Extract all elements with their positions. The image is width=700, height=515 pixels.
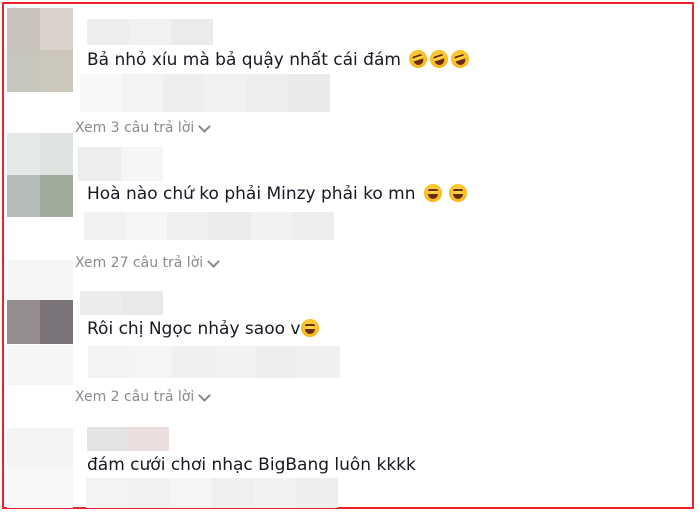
meta-blurred: [86, 478, 338, 508]
view-replies-label: Xem 3 câu trả lời: [75, 120, 195, 136]
chevron-down-icon: [207, 254, 221, 268]
chevron-down-icon: [198, 119, 212, 133]
rofl-emoji: [449, 47, 472, 71]
username-blurred[interactable]: [87, 427, 169, 451]
rofl-emoji: [428, 47, 451, 71]
view-replies-label: Xem 2 câu trả lời: [75, 389, 195, 405]
joy-emoji: [301, 319, 320, 337]
comment-text-content: Hoà nào chứ ko phải Minzy phải ko mn: [87, 184, 416, 204]
rofl-emoji: [407, 47, 430, 71]
comment-text: Rôi chị Ngọc nhảy saoo v: [87, 318, 320, 340]
meta-blurred: [88, 346, 340, 378]
blur-block: [7, 260, 73, 300]
comment-text-content: Bả nhỏ xíu mà bả quậy nhất cái đám: [87, 50, 401, 70]
comment-text: Hoà nào chứ ko phải Minzy phải ko mn: [87, 183, 467, 205]
view-replies-button[interactable]: Xem 2 câu trả lời: [75, 388, 212, 405]
avatar[interactable]: [7, 8, 73, 92]
meta-blurred: [84, 212, 335, 240]
comment-text-content: đám cưới chơi nhạc BigBang luôn kkkk: [87, 455, 416, 475]
view-replies-button[interactable]: Xem 3 câu trả lời: [75, 119, 212, 136]
comment-text: Bả nhỏ xíu mà bả quậy nhất cái đám: [87, 47, 472, 71]
view-replies-button[interactable]: Xem 27 câu trả lời: [75, 254, 221, 271]
username-blurred[interactable]: [78, 147, 163, 181]
avatar[interactable]: [7, 133, 73, 217]
blur-block: [7, 345, 73, 385]
grin-sweat-emoji: [448, 184, 467, 202]
chevron-down-icon: [198, 388, 212, 402]
comment-text: đám cưới chơi nhạc BigBang luôn kkkk: [87, 454, 416, 476]
comment-text-content: Rôi chị Ngọc nhảy saoo v: [87, 319, 301, 339]
grin-sweat-emoji: [423, 184, 442, 202]
view-replies-label: Xem 27 câu trả lời: [75, 255, 204, 271]
avatar[interactable]: [7, 300, 73, 344]
meta-blurred: [80, 74, 331, 112]
username-blurred[interactable]: [80, 291, 163, 315]
avatar[interactable]: [7, 428, 73, 468]
username-blurred[interactable]: [87, 19, 213, 45]
